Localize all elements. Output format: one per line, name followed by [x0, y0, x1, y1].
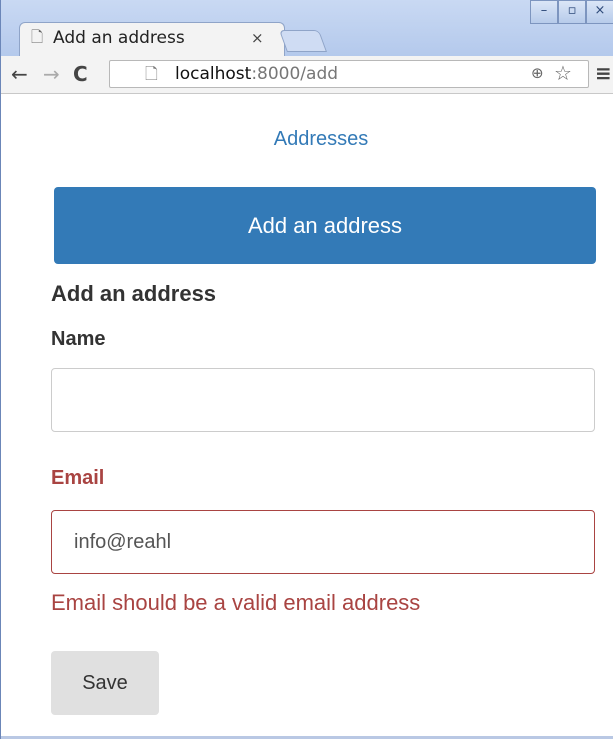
name-label: Name: [51, 328, 106, 350]
zoom-icon[interactable]: ⊕: [531, 64, 544, 82]
tab-close-icon[interactable]: ×: [251, 29, 264, 47]
nav-link-addresses[interactable]: Addresses: [1, 128, 613, 151]
email-error-message: Email should be a valid email address: [51, 590, 421, 615]
close-window-icon[interactable]: ×: [586, 0, 613, 24]
bookmark-star-icon[interactable]: ☆: [554, 61, 572, 85]
form-heading: Add an address: [51, 281, 217, 306]
email-label: Email: [51, 467, 105, 489]
reload-icon[interactable]: C: [73, 62, 88, 86]
page-info-icon[interactable]: 🗋: [145, 63, 158, 90]
page-icon: 🗋: [31, 28, 44, 46]
forward-arrow-icon[interactable]: →: [43, 62, 60, 86]
url-text[interactable]: localhost:8000/add: [175, 64, 338, 84]
back-arrow-icon[interactable]: ←: [11, 62, 28, 86]
save-button[interactable]: Save: [51, 651, 159, 715]
minimize-icon[interactable]: –: [530, 0, 558, 24]
nav-item-add-address[interactable]: Add an address: [54, 187, 596, 264]
email-input[interactable]: [51, 510, 595, 574]
window-controls: – ▫ ×: [530, 0, 613, 24]
url-path: :8000/add: [251, 64, 339, 84]
url-host: localhost: [175, 64, 252, 84]
browser-window: 🗋 Add an address × – ▫ × ← → C 🗋 localho…: [0, 0, 613, 739]
tab-title: Add an address: [53, 28, 185, 48]
new-tab-button[interactable]: [278, 30, 328, 52]
name-input[interactable]: [51, 368, 595, 432]
menu-icon[interactable]: ≡: [595, 61, 612, 85]
maximize-icon[interactable]: ▫: [558, 0, 586, 24]
